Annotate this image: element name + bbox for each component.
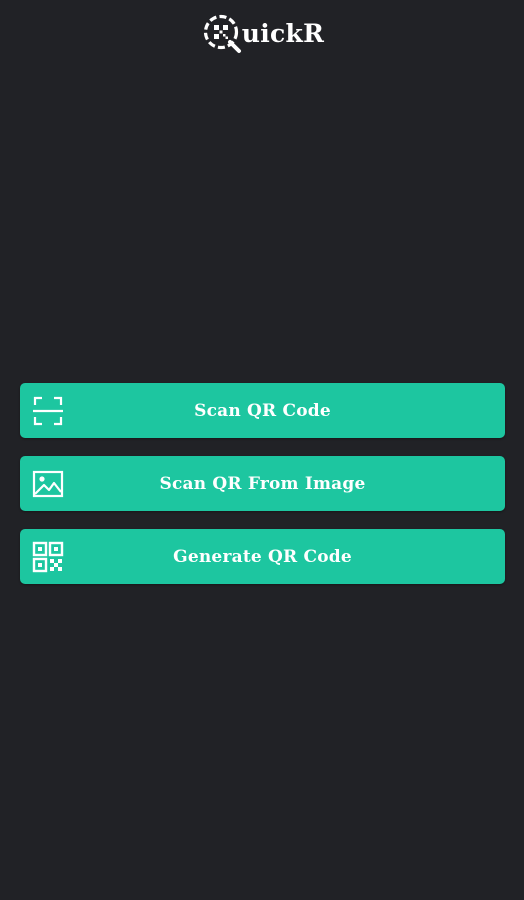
image-icon	[32, 470, 64, 498]
action-list: Scan QR Code Scan QR From Image Generate…	[20, 383, 505, 602]
app-screen: uickR Scan QR Code Scan QR From Image Ge…	[0, 0, 524, 900]
generate-qr-code-label: Generate QR Code	[173, 546, 352, 567]
scan-qr-code-button[interactable]: Scan QR Code	[20, 383, 505, 438]
generate-qr-code-button[interactable]: Generate QR Code	[20, 529, 505, 584]
qr-scan-q-logo-icon	[203, 14, 241, 53]
scan-qr-from-image-label: Scan QR From Image	[159, 473, 366, 494]
scan-qr-code-label: Scan QR Code	[194, 400, 331, 421]
qr-code-icon	[32, 541, 64, 573]
app-logo: uickR	[200, 11, 325, 55]
app-title: uickR	[241, 18, 325, 48]
scan-qr-from-image-button[interactable]: Scan QR From Image	[20, 456, 505, 511]
scan-frame-icon	[33, 396, 63, 426]
app-header: uickR	[0, 10, 524, 56]
